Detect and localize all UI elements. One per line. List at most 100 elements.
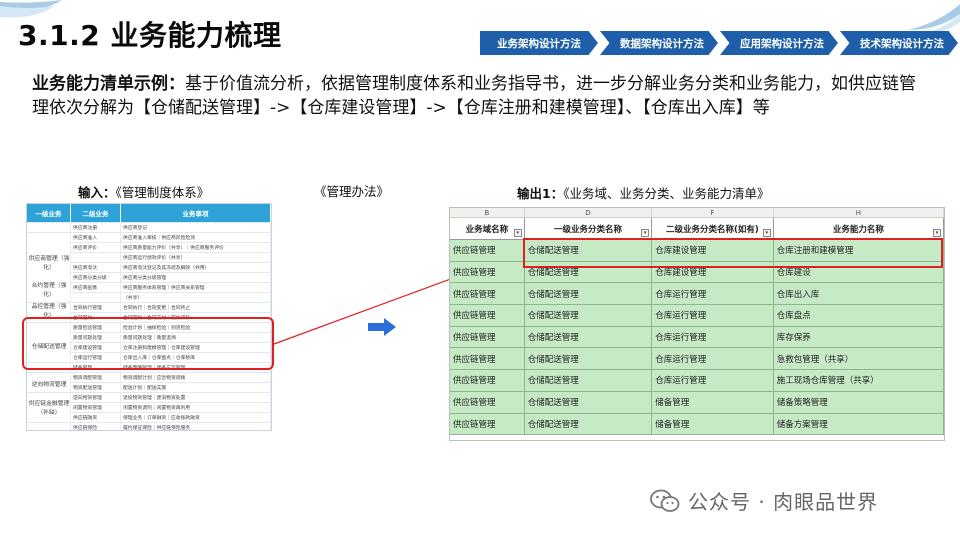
- header-domain: 业务域名称 ▾: [450, 218, 525, 239]
- header-level1: 一级业务分类名称 ▾: [525, 218, 653, 239]
- spreadsheet-cell[interactable]: 仓库盘点: [774, 305, 944, 326]
- mini-table-cell: 履约保证保险｜供应链保险服务: [121, 423, 271, 430]
- spreadsheet-cell[interactable]: 供应链管理: [450, 370, 525, 391]
- spreadsheet-cell[interactable]: 仓库运行管理: [652, 370, 774, 391]
- spreadsheet-cell[interactable]: 供应链管理: [450, 261, 525, 283]
- spreadsheet-cell[interactable]: 仓库运行管理: [652, 283, 774, 305]
- nav-step-application[interactable]: 应用架构设计方法: [720, 31, 838, 55]
- spreadsheet-cell[interactable]: 施工现场仓库管理（共享）: [774, 370, 944, 391]
- output-caption-lead: 输出1：: [517, 186, 564, 201]
- input-caption-text: 《管理制度体系》: [115, 185, 210, 200]
- spreadsheet-cell[interactable]: 供应链管理: [450, 240, 525, 261]
- spreadsheet-cell[interactable]: 供应链管理: [450, 391, 525, 413]
- spreadsheet-cell[interactable]: 供应链管理: [450, 413, 525, 435]
- spreadsheet-header: 业务域名称 ▾ 一级业务分类名称 ▾ 二级业务分类名称(如有) ▾ 业务能力名称 ▾: [450, 218, 944, 240]
- spreadsheet-cell[interactable]: 急救包管理（共享）: [774, 348, 944, 370]
- mini-table-header: 一级业务 二级业务 业务事项: [27, 204, 271, 222]
- mini-table-cell: 供应商运行绩效评价（共享）: [121, 253, 271, 262]
- mini-table-cell: 合同执行｜合同变更｜合同终止: [121, 303, 271, 312]
- output-caption: 输出1：《业务域、业务分类、业务能力清单》: [517, 183, 769, 202]
- watermark-text: 公众号 · 肉眼品世界: [688, 490, 879, 514]
- mini-table-cell: 供应商准入: [71, 233, 121, 242]
- spreadsheet-cell[interactable]: 储备策略管理: [774, 391, 944, 413]
- spreadsheet-row: 供应链管理 仓储配送管理 仓库运行管理 库存保养: [450, 326, 944, 349]
- spreadsheet-cell[interactable]: 供应链管理: [450, 326, 525, 348]
- wechat-icon: [650, 489, 680, 512]
- spreadsheet-cell[interactable]: 供应链管理: [450, 305, 525, 326]
- header-domain-label: 业务域名称: [465, 224, 509, 235]
- mini-table-cell: 供应商质量能力评价（共享）｜供应商服务评价: [121, 243, 271, 252]
- spreadsheet-cell[interactable]: 储备方案管理: [774, 413, 944, 435]
- filter-dropdown-icon[interactable]: ▾: [762, 229, 771, 237]
- spreadsheet-row: 供应链管理 仓储配送管理 仓库运行管理 施工现场仓库管理（共享）: [450, 370, 944, 392]
- mini-table-cell: 保理业务｜订单融资｜应收账款融资: [121, 413, 271, 422]
- method-caption: 《管理办法》: [314, 184, 390, 199]
- mini-group-label: 品控管理（强化）: [28, 303, 70, 319]
- methodology-nav: 业务架构设计方法 数据架构设计方法 应用架构设计方法 技术架构设计方法: [480, 31, 960, 55]
- mini-table-cell: 闲置物资管理: [71, 403, 121, 412]
- mini-table-cell: [71, 253, 121, 262]
- highlight-box-output: [523, 238, 943, 268]
- mini-header-level1: 一级业务: [27, 204, 71, 222]
- mini-table-cell: [71, 293, 121, 302]
- mini-table-cell: 供应商淘汰登记及其冻结及解除（共用）: [121, 263, 271, 272]
- mini-table-cell: 供应链保险: [71, 423, 121, 430]
- spreadsheet-cell[interactable]: 仓储配送管理: [525, 305, 653, 326]
- nav-step-business[interactable]: 业务架构设计方法: [480, 31, 598, 55]
- spreadsheet-cell[interactable]: 库存保养: [774, 326, 944, 348]
- page-title: 3.1.2 业务能力梳理: [18, 19, 282, 52]
- mini-group-label: 合约管理（强化）: [28, 283, 70, 298]
- column-letter[interactable]: B: [450, 208, 525, 217]
- spreadsheet-cell[interactable]: 仓储配送管理: [525, 348, 653, 370]
- header-level1-label: 一级业务分类名称: [553, 224, 622, 235]
- highlight-box-input: [22, 317, 274, 370]
- spreadsheet-cell[interactable]: 仓库运行管理: [652, 348, 774, 370]
- spreadsheet-cell[interactable]: 仓储配送管理: [525, 391, 653, 413]
- mini-table-cell: 物资调配计划｜应急物资调拨: [121, 373, 271, 382]
- column-letter[interactable]: H: [774, 208, 944, 217]
- mini-table-cell: 供应商服务体系管理｜供应商关系管理: [121, 283, 271, 292]
- spreadsheet-cell[interactable]: 仓库运行管理: [652, 305, 774, 326]
- mini-table-cell: 闲置物资调剂｜闲置物资再利用: [121, 403, 271, 412]
- mini-table-cell: 供应商准入审核｜供应商风险检测: [121, 233, 271, 242]
- spreadsheet-cell[interactable]: 仓储配送管理: [525, 413, 653, 435]
- mini-table-cell: 供应链融资: [71, 413, 121, 422]
- mini-table-cell: 供应商淘汰: [71, 263, 121, 272]
- spreadsheet-cell[interactable]: 仓储配送管理: [525, 370, 653, 391]
- spreadsheet-row: 供应链管理 仓储配送管理 仓库运行管理 仓库出入库: [450, 283, 944, 306]
- spreadsheet-body: 供应链管理 仓储配送管理 仓库建设管理 仓库注册和建模管理 供应链管理 仓储配送管理 仓库建…: [450, 240, 944, 436]
- mini-table-cell: 供应商分类分级: [71, 273, 121, 282]
- spreadsheet-cell[interactable]: 储备管理: [652, 391, 774, 413]
- column-letter[interactable]: D: [525, 208, 653, 217]
- nav-step-technology[interactable]: 技术架构设计方法: [840, 31, 958, 55]
- header-level2-label: 二级业务分类名称(如有): [666, 224, 759, 235]
- filter-dropdown-icon[interactable]: ▾: [933, 229, 942, 237]
- watermark: 公众号 · 肉眼品世界: [650, 486, 878, 515]
- spreadsheet-cell[interactable]: 仓库出入库: [774, 283, 944, 305]
- mini-table-cell: 合同执行管理: [71, 303, 121, 312]
- spreadsheet-cell[interactable]: 仓库运行管理: [652, 326, 774, 348]
- mini-table-cell: [27, 423, 71, 430]
- right-arrow-icon: [368, 318, 396, 336]
- mini-header-items: 业务事项: [121, 204, 271, 222]
- column-letters: B D F H: [450, 208, 944, 218]
- mini-table-cell: 供应商画像: [71, 283, 121, 292]
- spreadsheet-row: 供应链管理 仓储配送管理 储备管理 储备方案管理: [450, 413, 944, 436]
- spreadsheet-cell[interactable]: 供应链管理: [450, 283, 525, 305]
- mini-table-cell: 供应商评价: [71, 243, 121, 252]
- filter-dropdown-icon[interactable]: ▾: [641, 229, 650, 237]
- spreadsheet-cell[interactable]: 储备管理: [652, 413, 774, 435]
- header-capability-label: 业务能力名称: [832, 224, 884, 235]
- filter-dropdown-icon[interactable]: ▾: [513, 229, 522, 237]
- nav-step-data[interactable]: 数据架构设计方法: [600, 31, 718, 55]
- intro-lead: 业务能力清单示例：: [32, 74, 185, 94]
- header-level2: 二级业务分类名称(如有) ▾: [652, 218, 774, 239]
- spreadsheet-cell[interactable]: 供应链管理: [450, 348, 525, 370]
- spreadsheet-cell[interactable]: 仓储配送管理: [525, 326, 653, 348]
- mini-table-row: 供应链保险 履约保证保险｜供应链保险服务: [27, 422, 271, 430]
- spreadsheet-cell[interactable]: 仓储配送管理: [525, 283, 653, 305]
- mini-table-cell: 退役物资管理｜废旧物资处置: [121, 393, 271, 402]
- spreadsheet-row: 供应链管理 仓储配送管理 仓库运行管理 仓库盘点: [450, 305, 944, 327]
- mini-table-cell: 物资配送管理: [71, 383, 121, 392]
- column-letter[interactable]: F: [652, 208, 774, 217]
